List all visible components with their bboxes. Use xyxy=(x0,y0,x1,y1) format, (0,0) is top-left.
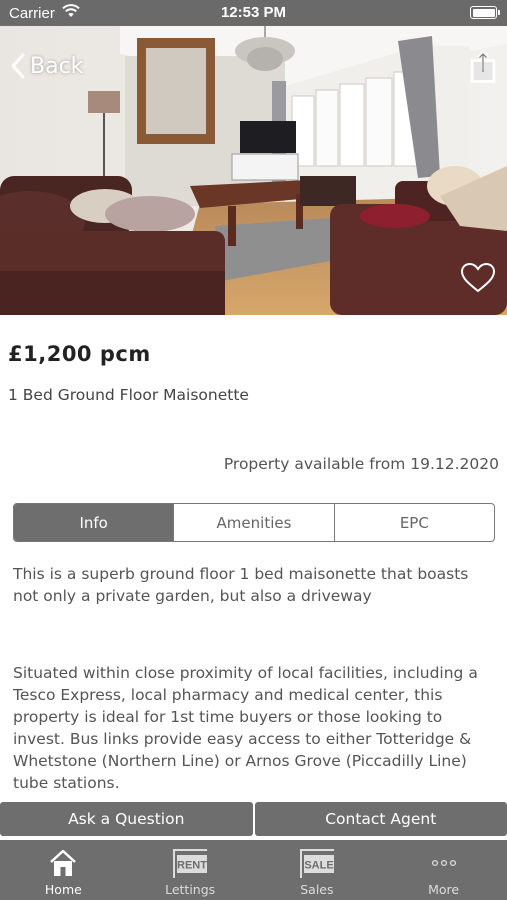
bottom-tab-bar: Home RENT Lettings SALE Sales More xyxy=(0,840,507,900)
tabbar-lettings[interactable]: RENT Lettings xyxy=(127,840,254,900)
tab-info[interactable]: Info xyxy=(14,504,174,541)
tab-amenities[interactable]: Amenities xyxy=(173,504,333,541)
detail-tabs: Info Amenities EPC xyxy=(13,503,495,542)
description-paragraph-2: Situated within close proximity of local… xyxy=(13,664,478,792)
tabbar-sales-label: Sales xyxy=(300,882,334,897)
tabbar-home-label: Home xyxy=(44,882,82,897)
more-icon xyxy=(431,859,456,867)
property-photo[interactable]: Back xyxy=(0,26,507,315)
contact-agent-button[interactable]: Contact Agent xyxy=(254,802,507,836)
availability-date: Property available from 19.12.2020 xyxy=(223,455,499,473)
share-icon[interactable] xyxy=(470,50,496,84)
tabbar-lettings-label: Lettings xyxy=(165,882,216,897)
ask-question-button[interactable]: Ask a Question xyxy=(0,802,253,836)
description-paragraph-1: This is a superb ground floor 1 bed mais… xyxy=(13,565,469,605)
tabbar-more-label: More xyxy=(428,882,460,897)
sale-sign-icon: SALE xyxy=(299,849,334,878)
tabbar-home[interactable]: Home xyxy=(0,840,127,900)
chevron-left-icon xyxy=(11,53,25,79)
home-icon xyxy=(50,849,77,876)
battery-icon xyxy=(470,6,500,19)
svg-text:RENT: RENT xyxy=(177,860,207,872)
listing-title: 1 Bed Ground Floor Maisonette xyxy=(8,386,249,404)
tabbar-sales[interactable]: SALE Sales xyxy=(254,840,381,900)
back-label: Back xyxy=(30,53,84,79)
heart-icon[interactable] xyxy=(460,262,496,294)
tabbar-more[interactable]: More xyxy=(380,840,507,900)
listing-price: £1,200 pcm xyxy=(8,342,151,366)
action-bar: Ask a Question Contact Agent xyxy=(0,802,507,836)
status-bar: Carrier 12:53 PM xyxy=(0,0,507,26)
svg-text:SALE: SALE xyxy=(304,860,333,872)
rent-sign-icon: RENT xyxy=(173,849,207,878)
status-time: 12:53 PM xyxy=(220,4,287,21)
tab-epc[interactable]: EPC xyxy=(333,504,494,541)
back-button[interactable]: Back xyxy=(10,53,83,79)
